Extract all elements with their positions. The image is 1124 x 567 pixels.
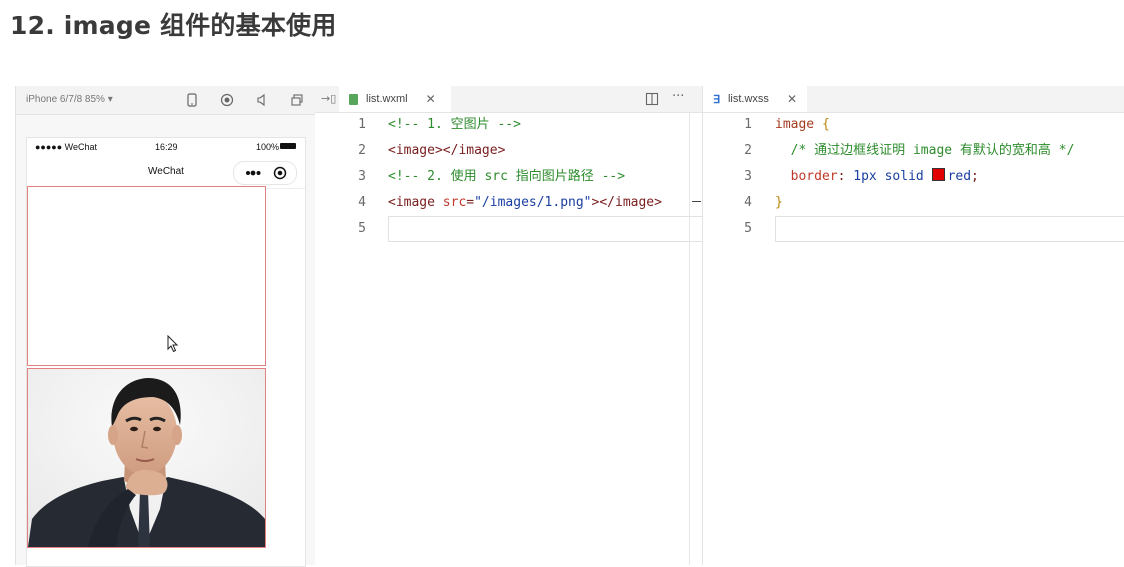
code-token: /* 通过边框线证明 image 有默认的宽和高 */ [775,143,1075,158]
tab-label: list.wxss [727,93,769,105]
wxss-code-area[interactable]: 1 image {2 /* 通过边框线证明 image 有默认的宽和高 */3 b… [703,112,1124,565]
code-token: ></image> [591,195,662,210]
window-icon[interactable] [289,92,305,108]
tab-list-wxml[interactable]: list.wxml ✕ [339,86,451,112]
wxml-tab-bar: →▯ list.wxml ✕ ··· [315,86,702,113]
phone-icon[interactable] [184,92,200,108]
line-number: 4 [358,195,366,210]
code-text: image { [775,112,830,138]
more-icon[interactable] [234,162,296,184]
wxml-code-area[interactable]: 1 <!-- 1. 空图片 --> 2 <image></image> 3 <!-- 2.… [315,112,703,565]
wxml-editor: →▯ list.wxml ✕ ··· 1 <!-- 1. 空图片 --> 2 <ima… [315,86,703,565]
code-token: <image [388,195,443,210]
code-token: { [821,117,830,132]
phone-status-bar: ●●●●● WeChat 16:29 100% [27,138,305,156]
editor-divider [689,112,690,565]
mouse-cursor-icon [167,335,179,353]
close-tab-icon[interactable]: ✕ [426,92,436,106]
wxss-tab-bar: ∃ list.wxss ✕ [703,86,1124,113]
code-text: <!-- 1. 空图片 --> [388,112,521,138]
more-actions-icon[interactable]: ··· [672,89,684,104]
collapse-sidebar-icon[interactable]: →▯ [321,92,336,105]
simulator-panel: iPhone 6/7/8 85% ▾ ●●●●● WeChat 16:29 10… [15,86,316,567]
close-tab-icon[interactable]: ✕ [787,92,797,106]
line-number: 5 [744,221,752,236]
code-token: 1px solid [853,169,932,184]
wxss-editor: ∃ list.wxss ✕ 1 image {2 /* 通过边框线证明 image… [702,86,1124,565]
nav-bar: WeChat [27,156,305,189]
battery-icon [280,143,296,149]
line-number: 3 [744,169,752,184]
phone-screen: ●●●●● WeChat 16:29 100% WeChat [26,137,306,567]
code-token: <image></image> [388,143,506,158]
line-number: 2 [744,143,752,158]
volume-icon[interactable] [254,92,270,108]
battery-label: 100% [256,142,280,152]
code-text: <image src="/images/1.png"></image> [388,190,662,216]
code-token: <!-- 2. 使用 src 指向图片路径 --> [388,169,626,184]
code-token: } [775,195,783,210]
minimap-marker [692,201,701,202]
code-token: ; [971,169,979,184]
line-number: 4 [744,195,752,210]
code-text: } [775,190,783,216]
tab-label: list.wxml [366,93,408,105]
code-token: "/images/1.png" [474,195,592,210]
device-selector[interactable]: iPhone 6/7/8 85% ▾ [26,94,113,105]
current-line-highlight [775,216,1124,242]
carrier-label: ●●●●● WeChat [35,142,98,152]
code-token: <!-- 1. 空图片 --> [388,117,521,132]
image-box [27,368,266,548]
code-text: <image></image> [388,138,505,164]
line-number: 1 [744,117,752,132]
simulator-toolbar: iPhone 6/7/8 85% ▾ [16,86,316,115]
clock-label: 16:29 [155,142,178,152]
portrait-photo [28,369,265,547]
color-swatch-icon[interactable] [931,168,945,181]
page-title: 12. image 组件的基本使用 [10,11,337,40]
code-token: src [442,195,467,210]
record-icon[interactable] [219,92,235,108]
line-number: 2 [358,143,366,158]
code-token: border [775,169,838,184]
code-token: : [837,169,854,184]
code-token: image [775,117,822,132]
empty-image-box [27,186,266,366]
code-token: = [466,195,475,210]
code-text: /* 通过边框线证明 image 有默认的宽和高 */ [775,138,1075,164]
code-token: red [947,169,972,184]
tab-list-wxss[interactable]: ∃ list.wxss ✕ [703,86,807,112]
line-number: 1 [358,117,366,132]
wxml-file-icon [349,93,358,105]
code-text: <!-- 2. 使用 src 指向图片路径 --> [388,164,625,190]
current-line-highlight [388,216,703,242]
css-file-icon: ∃ [713,93,720,106]
split-editor-icon[interactable] [645,91,659,110]
menu-capsule[interactable] [233,161,297,185]
line-number: 5 [358,221,366,236]
line-number: 3 [358,169,366,184]
code-text: border: 1px solid red; [775,164,979,190]
